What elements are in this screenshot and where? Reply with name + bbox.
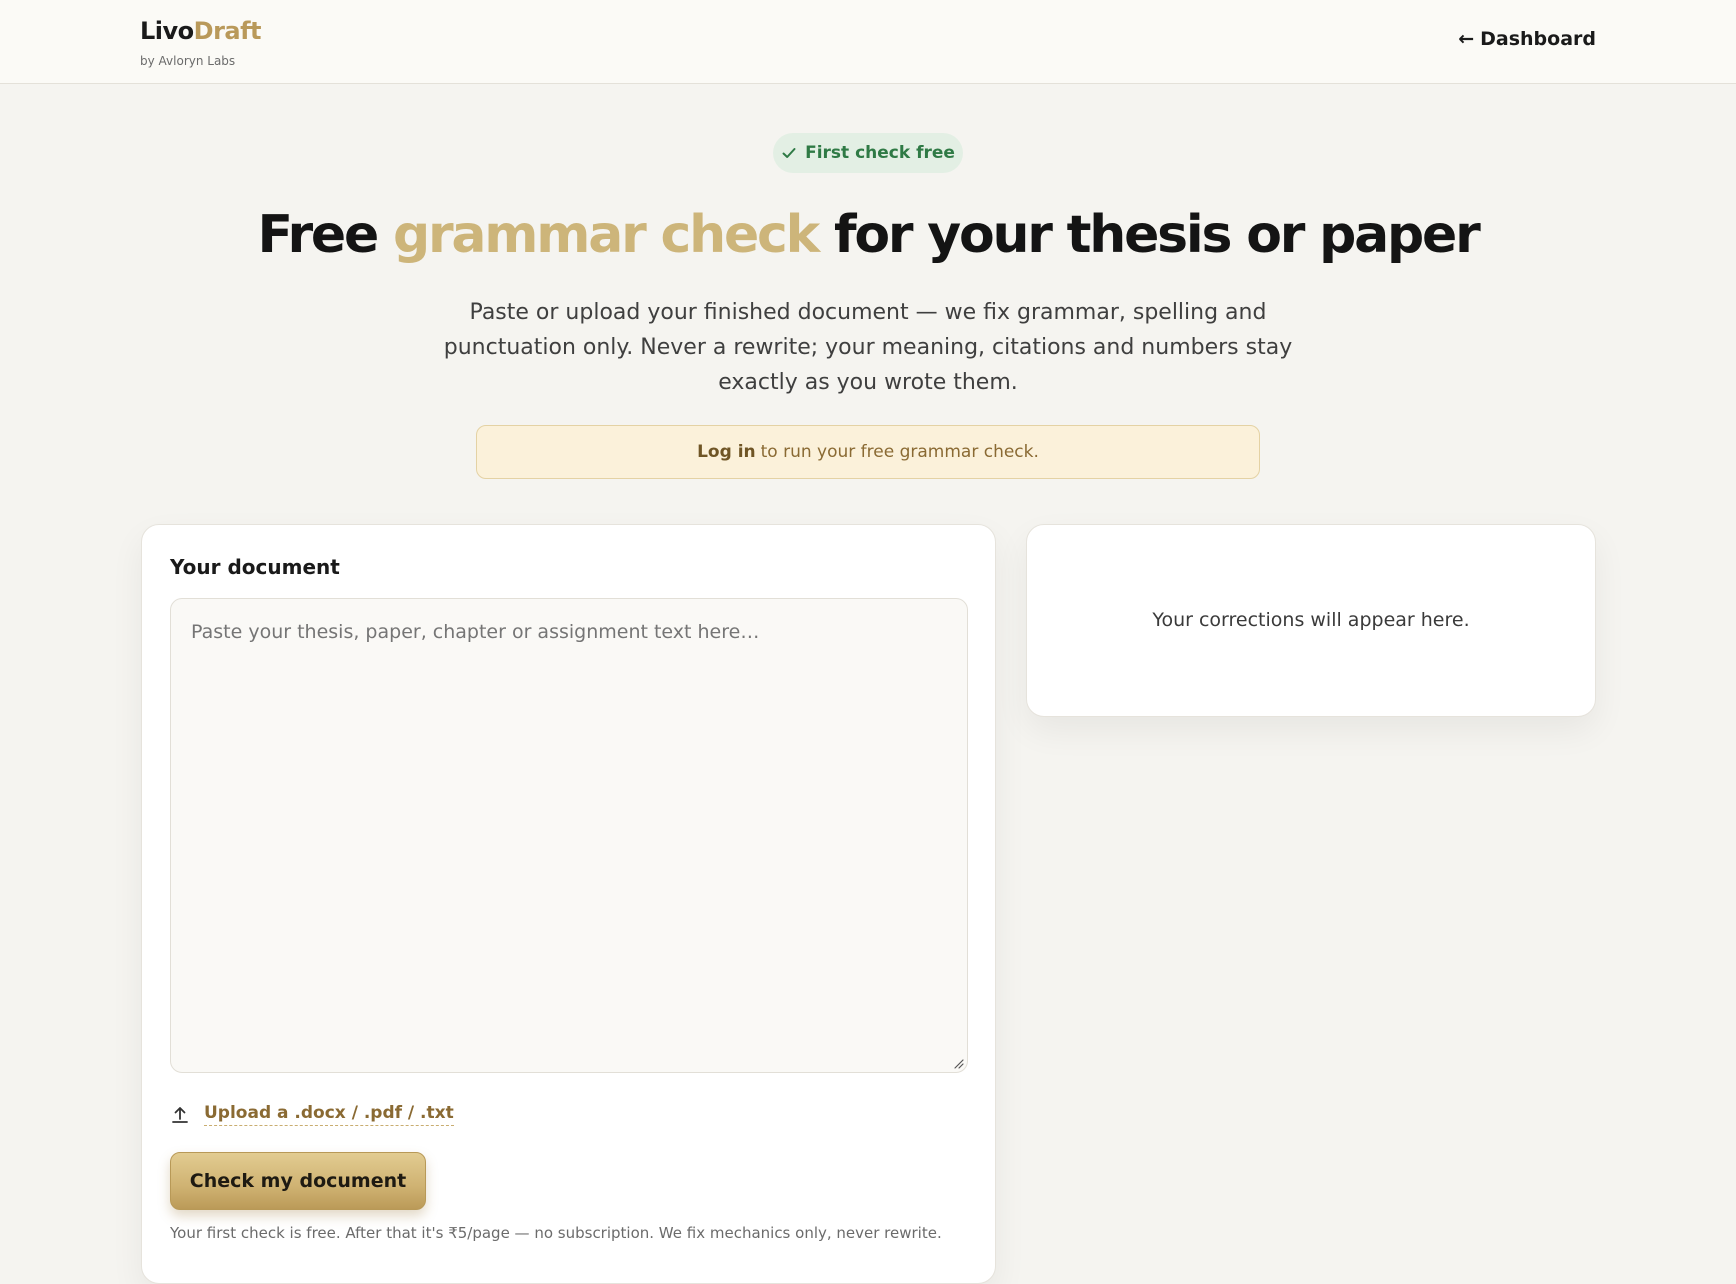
document-card: Your document Upload a .docx / .pdf / .t… (141, 524, 996, 1284)
page-title: Free grammar check for your thesis or pa… (0, 200, 1736, 270)
brand[interactable]: LivoDraft by Avloryn Labs (140, 16, 262, 68)
upload-file-button[interactable]: Upload a .docx / .pdf / .txt (170, 1103, 454, 1126)
arrow-left-icon: ← (1458, 28, 1475, 50)
corrections-card: Your corrections will appear here. (1026, 524, 1596, 717)
document-card-title: Your document (170, 555, 340, 579)
login-banner: Log in to run your free grammar check. (476, 425, 1260, 479)
upload-icon (172, 1106, 188, 1123)
corrections-placeholder: Your corrections will appear here. (1152, 609, 1470, 631)
pricing-note: Your first check is free. After that it'… (170, 1224, 942, 1242)
badge-label: First check free (805, 143, 955, 163)
login-link[interactable]: Log in (697, 442, 756, 462)
login-banner-text: to run your free grammar check. (760, 442, 1039, 462)
title-part2: for your thesis or paper (818, 205, 1481, 265)
top-bar: LivoDraft by Avloryn Labs ← Dashboard (0, 0, 1736, 84)
document-textarea[interactable] (170, 598, 968, 1073)
resize-grip-icon[interactable] (954, 1059, 964, 1069)
brand-logo: LivoDraft (140, 16, 262, 46)
page-subtitle: Paste or upload your finished document —… (443, 300, 1293, 395)
title-accent: grammar check (392, 205, 820, 265)
dashboard-link-label: Dashboard (1480, 28, 1596, 50)
brand-name-part2: Draft (193, 17, 262, 45)
brand-subtitle: by Avloryn Labs (140, 54, 236, 68)
check-document-button[interactable]: Check my document (170, 1152, 426, 1210)
dashboard-link[interactable]: ← Dashboard (1458, 28, 1596, 50)
first-check-free-badge: First check free (773, 133, 963, 173)
check-icon (782, 148, 796, 158)
brand-name-part1: Livo (140, 17, 194, 45)
title-part1: Free (257, 205, 393, 265)
upload-file-label: Upload a .docx / .pdf / .txt (204, 1103, 454, 1126)
